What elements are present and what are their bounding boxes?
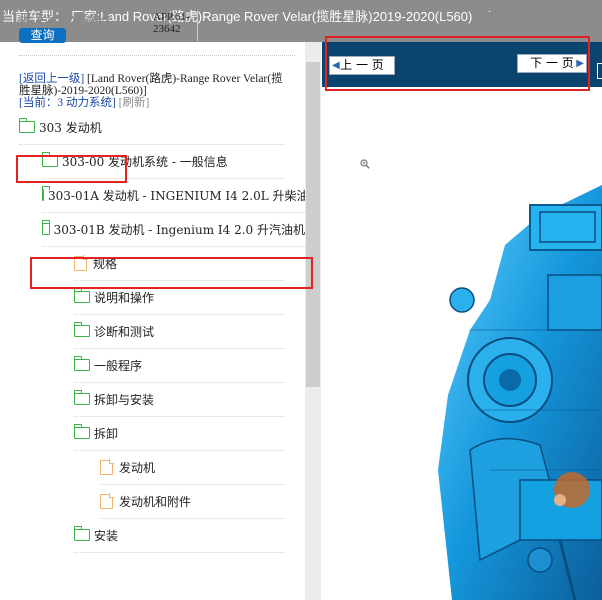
close-box[interactable] xyxy=(597,63,602,79)
folder-icon xyxy=(74,355,90,371)
folder-icon xyxy=(74,389,90,405)
document-icon xyxy=(100,493,114,509)
tree-item-engine[interactable]: 发动机 xyxy=(100,451,285,485)
tree-item-label: 一般程序 xyxy=(94,359,143,373)
prev-page-label: 上 一 页 xyxy=(340,58,384,72)
tree-item-specifications[interactable]: 规格 xyxy=(74,247,285,281)
tree-item-label: 303-01A 发动机 - INGENIUM I4 2.0L 升柴油 xyxy=(48,189,309,203)
zoom-icon[interactable] xyxy=(360,159,370,169)
tree-item-label: 说明和操作 xyxy=(94,291,155,305)
tree-item-label: 发动机和附件 xyxy=(119,495,192,509)
back-link[interactable]: [返回上一级] xyxy=(19,73,84,85)
folder-icon xyxy=(42,151,58,167)
tree-item-removal-installation[interactable]: 拆卸与安装 xyxy=(74,383,285,417)
tree-item-label: 拆卸 xyxy=(94,427,119,441)
folder-icon xyxy=(74,525,90,541)
tree-item-303-00[interactable]: 303-00 发动机系统 - 一般信息 xyxy=(42,145,285,179)
document-icon xyxy=(100,459,114,475)
app-code-line2: 23642 xyxy=(153,23,181,35)
tree-item-description[interactable]: 说明和操作 xyxy=(74,281,285,315)
search-button[interactable]: 查询 xyxy=(19,28,66,43)
tree-item-diagnosis[interactable]: 诊断和测试 xyxy=(74,315,285,349)
tree-item-label: 303-01B 发动机 - Ingenium I4 2.0 升汽油机 xyxy=(53,223,305,237)
tree-item-303-01b[interactable]: 303-01B 发动机 - Ingenium I4 2.0 升汽油机 xyxy=(42,213,305,247)
tree-item-label: 303 发动机 xyxy=(39,121,102,135)
tree-item-label: 安装 xyxy=(94,529,119,543)
tree-item-label: 发动机 xyxy=(119,461,156,475)
document-icon xyxy=(74,255,88,271)
app-code: APP.61- 23642 xyxy=(153,11,198,41)
arrow-left-icon: ◀ xyxy=(332,60,340,71)
tree-item-303[interactable]: 303 发动机 xyxy=(19,111,285,145)
tree-item-303-01a[interactable]: 303-01A 发动机 - INGENIUM I4 2.0L 升柴油 xyxy=(42,179,309,213)
breadcrumb-current[interactable]: [当前：3 动力系统] xyxy=(19,97,116,109)
folder-open-icon xyxy=(42,219,50,235)
next-page-label: 下 一 页 xyxy=(530,56,574,70)
tree-item-engine-accessories[interactable]: 发动机和附件 xyxy=(100,485,285,519)
breadcrumb: [返回上一级] [Land Rover(路虎)-Range Rover Vela… xyxy=(19,73,289,109)
engine-image xyxy=(438,185,602,600)
tree-item-label: 规格 xyxy=(93,257,118,271)
tree-item-installation[interactable]: 安装 xyxy=(74,519,285,553)
app-code-line1: APP.61- xyxy=(153,11,190,23)
folder-icon xyxy=(74,287,90,303)
next-page-button[interactable]: 下 一 页 ▶ xyxy=(517,54,587,73)
folder-icon xyxy=(42,185,50,201)
tree-item-removal[interactable]: 拆卸 xyxy=(74,417,285,451)
prev-page-button[interactable]: ◀ 上 一 页 xyxy=(329,56,395,75)
divider xyxy=(19,55,295,56)
title-dot: . xyxy=(488,4,492,15)
refresh-link[interactable]: [刷新] xyxy=(119,97,150,109)
image-viewer xyxy=(322,42,602,600)
folder-open-icon xyxy=(74,423,90,439)
folder-icon xyxy=(19,117,35,133)
tree-item-label: 诊断和测试 xyxy=(94,325,155,339)
scrollbar-thumb[interactable] xyxy=(306,62,320,387)
arrow-right-icon: ▶ xyxy=(576,58,584,69)
tree-item-general-procedures[interactable]: 一般程序 xyxy=(74,349,285,383)
tree-item-label: 拆卸与安装 xyxy=(94,393,155,407)
folder-icon xyxy=(74,321,90,337)
tree-item-label: 303-00 发动机系统 - 一般信息 xyxy=(62,155,228,169)
